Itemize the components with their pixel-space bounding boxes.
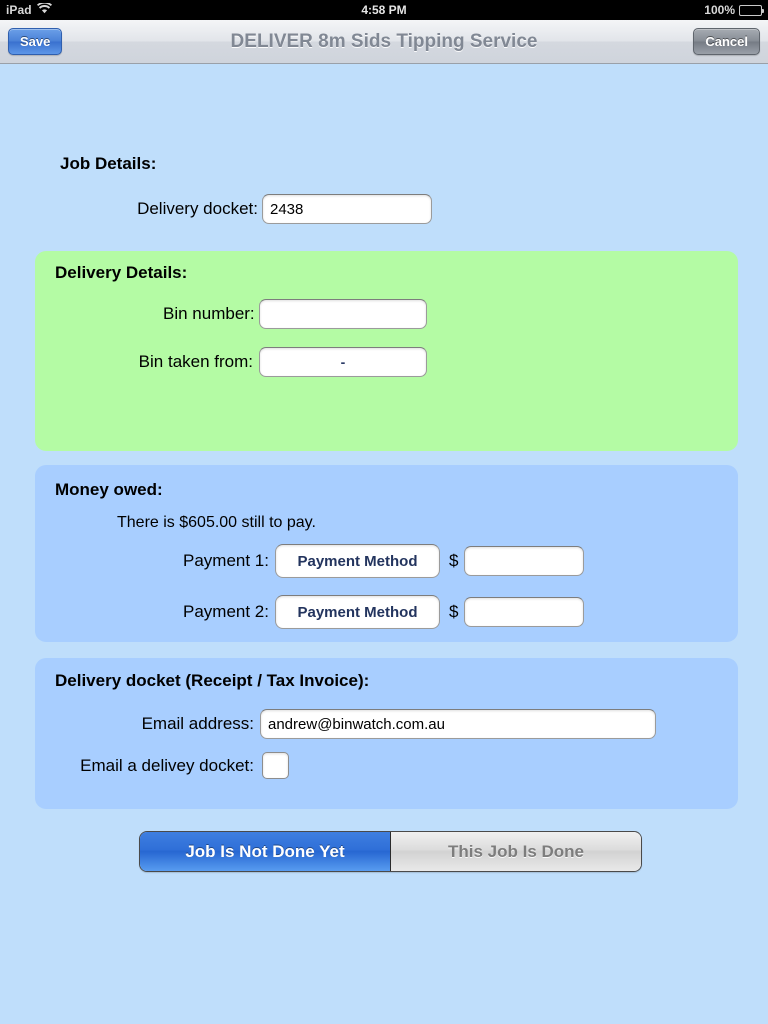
battery-full-icon	[739, 4, 764, 16]
money-owed-panel: Money owed: There is $605.00 still to pa…	[35, 465, 738, 642]
delivery-details-panel: Delivery Details: Bin number: Bin taken …	[35, 251, 738, 451]
payment-1-amount-input[interactable]	[464, 546, 585, 576]
delivery-docket-label: Delivery docket:	[137, 199, 258, 218]
payment-2-amount-input[interactable]	[464, 597, 585, 627]
amount-outstanding-text: There is $605.00 still to pay.	[117, 514, 316, 531]
payment-2-label: Payment 2:	[183, 602, 269, 621]
device-name-label: iPad	[6, 3, 32, 17]
status-bar-left: iPad	[6, 1, 52, 17]
email-docket-checkbox[interactable]	[262, 752, 289, 779]
segment-job-not-done[interactable]: Job Is Not Done Yet	[140, 832, 391, 871]
bin-taken-from-selector[interactable]: -	[259, 347, 427, 377]
page-title: DELIVER 8m Sids Tipping Service	[230, 30, 538, 52]
email-address-label: Email address:	[141, 714, 254, 733]
payment-1-label: Payment 1:	[183, 551, 269, 570]
delivery-docket-input[interactable]	[262, 194, 432, 224]
email-docket-row: Email a delivey docket:	[74, 752, 289, 779]
bin-taken-from-label: Bin taken from:	[138, 352, 253, 371]
wifi-icon	[36, 1, 52, 17]
email-address-input[interactable]	[260, 709, 656, 739]
bin-taken-from-row: Bin taken from: -	[134, 347, 427, 377]
bin-number-row: Bin number:	[163, 299, 427, 329]
job-status-segmented-control: Job Is Not Done Yet This Job Is Done	[139, 831, 642, 872]
money-owed-heading: Money owed:	[55, 480, 163, 499]
delivery-docket-panel: Delivery docket (Receipt / Tax Invoice):…	[35, 658, 738, 809]
delivery-docket-row: Delivery docket:	[128, 194, 432, 224]
payment-1-row: Payment 1: Payment Method $	[169, 544, 585, 578]
status-bar-clock: 4:58 PM	[361, 3, 407, 17]
payment-2-currency-symbol: $	[449, 602, 459, 621]
segment-job-done[interactable]: This Job Is Done	[391, 832, 641, 871]
status-bar-right: 100%	[704, 3, 764, 17]
save-button[interactable]: Save	[8, 28, 63, 55]
payment-2-method-button[interactable]: Payment Method	[275, 595, 440, 629]
job-details-heading: Job Details:	[60, 154, 157, 173]
bin-number-input[interactable]	[259, 299, 427, 329]
payment-1-currency-symbol: $	[449, 551, 459, 570]
form-content: Job Details: Delivery docket: Delivery D…	[0, 64, 768, 1024]
payment-1-method-button[interactable]: Payment Method	[275, 544, 440, 578]
delivery-details-heading: Delivery Details:	[55, 263, 188, 282]
delivery-docket-heading: Delivery docket (Receipt / Tax Invoice):	[55, 671, 370, 690]
navigation-toolbar: Save DELIVER 8m Sids Tipping Service Can…	[0, 20, 768, 64]
email-address-row: Email address:	[134, 709, 656, 739]
email-docket-label: Email a delivey docket:	[80, 755, 254, 775]
ios-status-bar: iPad 4:58 PM 100%	[0, 0, 768, 20]
payment-2-row: Payment 2: Payment Method $	[169, 595, 585, 629]
battery-percentage-label: 100%	[704, 3, 735, 17]
cancel-button[interactable]: Cancel	[693, 28, 760, 55]
bin-number-label: Bin number:	[163, 304, 255, 323]
